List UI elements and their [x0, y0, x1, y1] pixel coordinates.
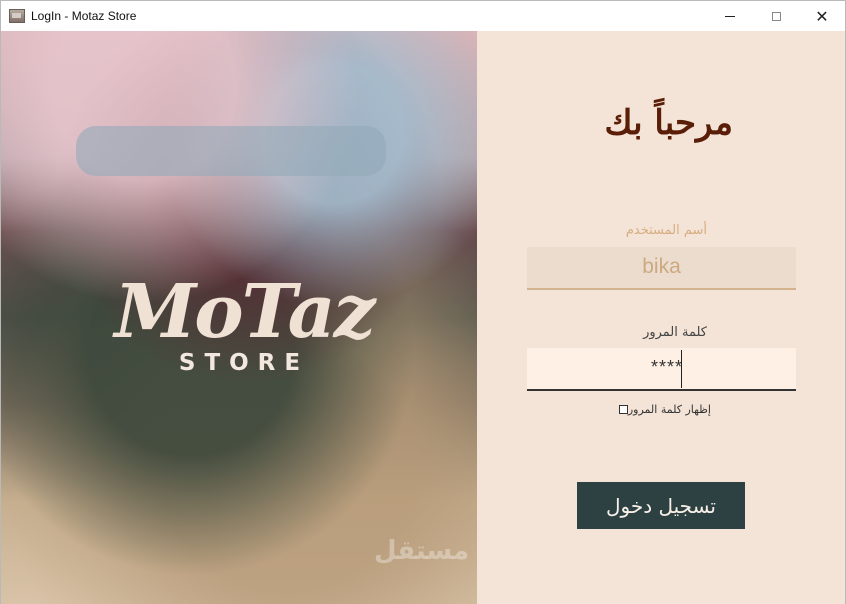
show-password-checkbox[interactable]	[618, 405, 628, 414]
close-icon: ✕	[815, 6, 829, 26]
login-window: LogIn - Motaz Store ✕ MoTaz STORE مستقل …	[0, 0, 846, 604]
show-password-option[interactable]: إظهار كلمة المرور	[613, 403, 711, 416]
store-logo: MoTaz STORE	[69, 266, 419, 396]
window-title: LogIn - Motaz Store	[31, 9, 137, 23]
username-label: أسم المستخدم	[625, 223, 707, 238]
login-button[interactable]: تسجيل دخول	[577, 482, 745, 529]
blurred-sign	[76, 126, 386, 176]
maximize-icon	[771, 11, 781, 21]
close-button[interactable]: ✕	[799, 1, 845, 31]
logo-main-text: MoTaz	[114, 269, 375, 355]
username-input[interactable]: bika	[527, 247, 796, 290]
password-input[interactable]: ****	[527, 348, 796, 391]
welcome-heading: مرحباً بك	[604, 103, 733, 143]
brand-image: MoTaz STORE مستقل	[1, 31, 477, 604]
maximize-button[interactable]	[753, 1, 799, 31]
window-controls: ✕	[707, 1, 845, 31]
minimize-button[interactable]	[707, 1, 753, 31]
text-caret	[681, 350, 682, 388]
login-panel: مرحباً بك أسم المستخدم bika كلمة المرور …	[477, 31, 845, 604]
title-bar[interactable]: LogIn - Motaz Store ✕	[1, 1, 845, 31]
minimize-icon	[725, 15, 735, 17]
username-value: bika	[642, 255, 681, 278]
password-value: ****	[650, 357, 683, 377]
app-icon	[9, 9, 25, 23]
watermark-text: مستقل	[374, 536, 470, 566]
password-label: كلمة المرور	[643, 325, 707, 340]
show-password-label: إظهار كلمة المرور	[627, 403, 711, 416]
